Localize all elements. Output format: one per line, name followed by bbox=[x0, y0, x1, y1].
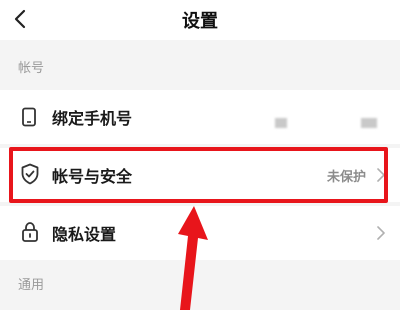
row-bind-phone[interactable]: 绑定手机号 bbox=[0, 90, 400, 144]
masked-value-2 bbox=[361, 118, 377, 128]
annotation-arrow-icon bbox=[178, 206, 208, 310]
lock-icon bbox=[22, 222, 38, 242]
phone-icon bbox=[22, 107, 36, 127]
row-label-bind-phone: 绑定手机号 bbox=[52, 109, 133, 128]
page-title: 设置 bbox=[182, 11, 218, 32]
masked-value-1 bbox=[275, 118, 287, 128]
highlight-box bbox=[9, 147, 388, 203]
section-label-general: 通用 bbox=[18, 278, 45, 293]
top-bar: 设置 bbox=[0, 0, 400, 40]
chevron-right-icon bbox=[377, 226, 385, 240]
section-label-account: 帐号 bbox=[18, 61, 45, 76]
row-label-privacy: 隐私设置 bbox=[52, 225, 117, 244]
